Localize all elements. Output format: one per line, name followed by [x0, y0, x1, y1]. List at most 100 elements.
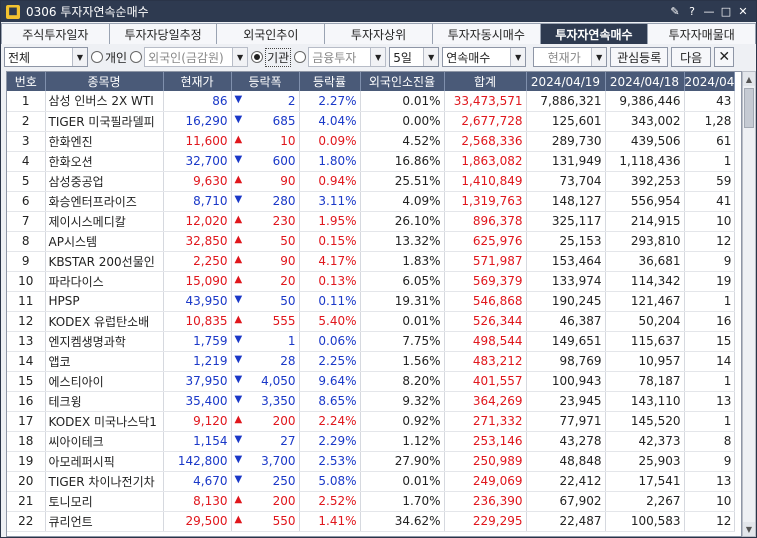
table-row[interactable]: 10 파라다이스 15,090 ▲ 20 0.13% 6.05% 569,379 133,974… [7, 271, 736, 292]
table-row[interactable]: 12 KODEX 유럽탄소배 10,835 ▲ 555 5.40% 0.01% 526,344… [7, 311, 736, 332]
row-number: 11 [7, 291, 46, 312]
scroll-down-icon[interactable]: ▼ [743, 522, 755, 536]
help-icon[interactable]: ? [685, 5, 699, 19]
date-3-value: 9 [684, 251, 736, 272]
radio-individual[interactable]: 개인 [91, 49, 127, 66]
current-price: 15,090 [163, 271, 232, 292]
change-value: 50 [280, 234, 296, 248]
table-row[interactable]: 20 TIGER 차이나전기차 4,670 ▼ 250 5.08% 0.01% 249,069… [7, 471, 736, 492]
up-arrow-icon: ▲ [234, 234, 243, 245]
total-amount: 625,976 [444, 231, 527, 252]
table-row[interactable]: 2 TIGER 미국필라델피 16,290 ▼ 685 4.04% 0.00% 2,677,7… [7, 111, 736, 132]
table-row[interactable]: 7 제이시스메디칼 12,020 ▲ 230 1.95% 26.10% 896,378 325,… [7, 211, 736, 232]
stock-name: AP시스템 [45, 231, 164, 252]
change-rate: 0.13% [299, 271, 361, 292]
current-price: 4,670 [163, 471, 232, 492]
change-value: 230 [272, 214, 296, 228]
mode-select[interactable]: 연속매수 ▼ [442, 47, 527, 67]
table-row[interactable]: 18 씨아이테크 1,154 ▼ 27 2.29% 1.12% 253,146 43,278 42… [7, 431, 736, 452]
radio-financial-investment[interactable]: 금융투자 ▼ [294, 47, 387, 67]
table-row[interactable]: 15 에스티아이 37,950 ▼ 4,050 9.64% 8.20% 401,557 100,… [7, 371, 736, 392]
next-button[interactable]: 다음 [671, 47, 712, 67]
market-select[interactable]: 전체 ▼ [4, 47, 88, 67]
row-number: 22 [7, 511, 46, 532]
col-header-rate[interactable]: 등락률 [299, 72, 361, 91]
col-header-date-1[interactable]: 2024/04/19 [526, 72, 606, 91]
table-row[interactable]: 13 엔지켐생명과학 1,759 ▼ 1 0.06% 7.75% 498,544 149,651… [7, 331, 736, 352]
change-amount: ▲ 200 [231, 491, 300, 512]
table-row[interactable]: 1 삼성 인버스 2X WTI 86 ▼ 2 2.27% 0.01% 33,473,571 7,… [7, 91, 736, 112]
tab-stock-investor-daily[interactable]: 주식투자일자 [1, 23, 110, 44]
row-number: 10 [7, 271, 46, 292]
date-2-value: 36,681 [605, 251, 685, 272]
change-amount: ▲ 230 [231, 211, 300, 232]
tab-investor-intraday-estimate[interactable]: 투자자당일추정 [109, 23, 218, 44]
table-row[interactable]: 8 AP시스템 32,850 ▲ 50 0.15% 13.32% 625,976 25,153 2… [7, 231, 736, 252]
table-row[interactable]: 22 큐리언트 29,500 ▲ 550 1.41% 34.62% 229,295 22,487… [7, 511, 736, 532]
scroll-up-icon[interactable]: ▲ [743, 72, 755, 86]
change-amount: ▼ 2 [231, 91, 300, 112]
stock-name: HPSP [45, 291, 164, 312]
table-row[interactable]: 17 KODEX 미국나스닥1 9,120 ▲ 200 2.24% 0.92% 271,332… [7, 411, 736, 432]
col-header-change[interactable]: 등락폭 [231, 72, 300, 91]
close-panel-icon[interactable]: ✕ [714, 47, 735, 67]
stock-name: 앱코 [45, 351, 164, 372]
data-grid[interactable]: 번호 종목명 현재가 등락폭 등락률 외국인소진율 합계 2024/04/19 … [6, 71, 742, 537]
table-row[interactable]: 14 앱코 1,219 ▼ 28 2.25% 1.56% 483,212 98,769 10,95… [7, 351, 736, 372]
foreign-exhaustion-rate: 0.01% [360, 471, 445, 492]
table-row[interactable]: 9 KBSTAR 200선물인 2,250 ▲ 90 4.17% 1.83% 571,987 1… [7, 251, 736, 272]
change-amount: ▼ 1 [231, 331, 300, 352]
price-select[interactable]: 현재가 ▼ [533, 47, 608, 67]
current-price: 8,130 [163, 491, 232, 512]
col-header-no[interactable]: 번호 [7, 72, 46, 91]
title-bar[interactable]: ■ 0306 투자자연속순매수 ✎ ? — □ ✕ [1, 1, 756, 22]
table-row[interactable]: 16 테크윙 35,400 ▼ 3,350 8.65% 9.32% 364,269 23,945… [7, 391, 736, 412]
foreign-exhaustion-rate: 4.52% [360, 131, 445, 152]
scroll-thumb[interactable] [744, 88, 754, 128]
col-header-sum[interactable]: 합계 [444, 72, 527, 91]
tab-investor-simultaneous-buy[interactable]: 투자자동시매수 [432, 23, 541, 44]
tab-investor-top[interactable]: 투자자상위 [325, 23, 433, 44]
change-amount: ▼ 250 [231, 471, 300, 492]
col-header-foreign-ratio[interactable]: 외국인소진율 [360, 72, 445, 91]
change-value: 2 [287, 93, 296, 108]
stock-name: 씨아이테크 [45, 431, 164, 452]
table-row[interactable]: 3 한화엔진 11,600 ▲ 10 0.09% 4.52% 2,568,336 289,730… [7, 131, 736, 152]
date-3-value: 41 [684, 191, 736, 212]
row-number: 16 [7, 391, 46, 412]
change-value: 3,350 [261, 394, 296, 408]
total-amount: 483,212 [444, 351, 527, 372]
current-price: 16,290 [163, 111, 232, 132]
col-header-date-3[interactable]: 2024/04 [684, 72, 736, 91]
vertical-scrollbar[interactable]: ▲ ▼ [742, 71, 756, 537]
foreign-exhaustion-rate: 27.90% [360, 451, 445, 472]
foreign-exhaustion-rate: 0.01% [360, 311, 445, 332]
table-row[interactable]: 6 화승엔터프라이즈 8,710 ▼ 280 3.11% 4.09% 1,319,763 148… [7, 191, 736, 212]
col-header-date-2[interactable]: 2024/04/18 [605, 72, 685, 91]
radio-foreign[interactable]: 외국인(금감원) ▼ [130, 47, 249, 67]
minimize-icon[interactable]: — [702, 5, 716, 19]
table-row[interactable]: 5 삼성중공업 9,630 ▲ 90 0.94% 25.51% 1,410,849 73,704… [7, 171, 736, 192]
col-header-name[interactable]: 종목명 [45, 72, 164, 91]
down-arrow-icon: ▼ [234, 474, 243, 485]
watchlist-register-button[interactable]: 관심등록 [610, 47, 669, 67]
period-select[interactable]: 5일 ▼ [389, 47, 440, 67]
col-header-price[interactable]: 현재가 [163, 72, 232, 91]
stock-name: 삼성중공업 [45, 171, 164, 192]
date-3-value: 12 [684, 231, 736, 252]
tab-investor-supply-zone[interactable]: 투자자매물대 [648, 23, 757, 44]
change-amount: ▲ 20 [231, 271, 300, 292]
radio-institution[interactable]: 기관 [251, 47, 292, 67]
change-amount: ▼ 3,700 [231, 451, 300, 472]
date-1-value: 48,848 [526, 451, 606, 472]
foreign-exhaustion-rate: 34.62% [360, 511, 445, 532]
table-row[interactable]: 19 아모레퍼시픽 142,800 ▼ 3,700 2.53% 27.90% 250,989 4… [7, 451, 736, 472]
tab-foreign-trend[interactable]: 외국인추이 [217, 23, 326, 44]
maximize-icon[interactable]: □ [719, 5, 733, 19]
table-row[interactable]: 4 한화오션 32,700 ▼ 600 1.80% 16.86% 1,863,082 131,9… [7, 151, 736, 172]
close-icon[interactable]: ✕ [736, 5, 750, 19]
tab-investor-consecutive-buy[interactable]: 투자자연속매수 [540, 23, 649, 44]
pin-icon[interactable]: ✎ [668, 5, 682, 19]
table-row[interactable]: 21 토니모리 8,130 ▲ 200 2.52% 1.70% 236,390 67,902 2,… [7, 491, 736, 512]
table-row[interactable]: 11 HPSP 43,950 ▼ 50 0.11% 19.31% 546,868 190,245… [7, 291, 736, 312]
